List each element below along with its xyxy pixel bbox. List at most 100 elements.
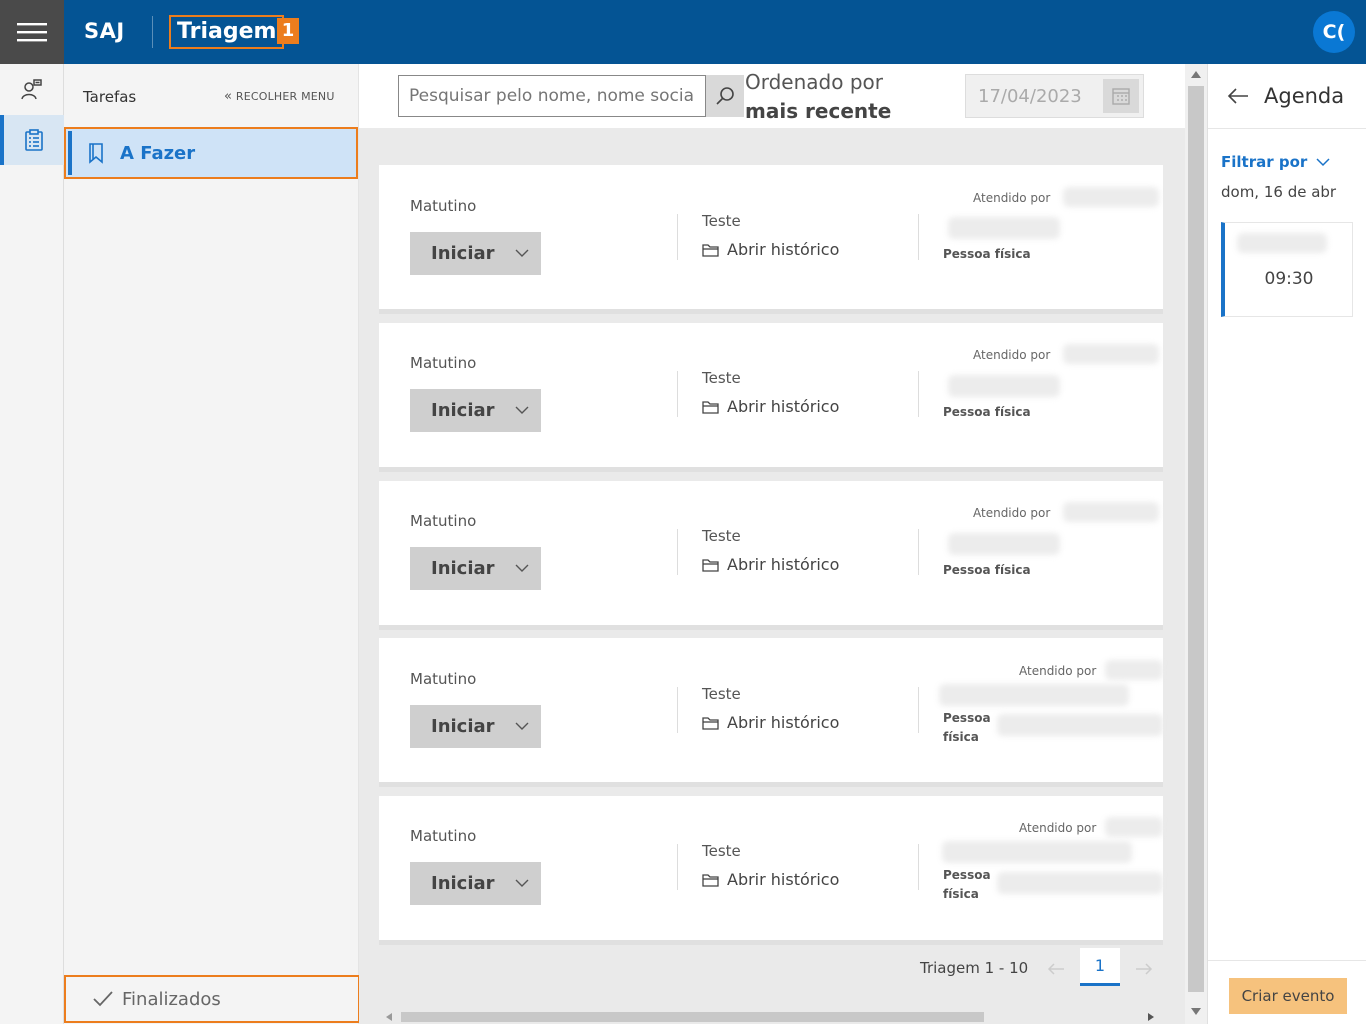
annotation-marker-1: 1 xyxy=(277,18,299,44)
triage-card: Matutino Iniciar Teste Abrir histórico A… xyxy=(379,638,1163,787)
tasks-panel: Tarefas « RECOLHER MENU A Fazer 2 Finali… xyxy=(64,64,383,1024)
pagination-prev-button[interactable] xyxy=(1037,952,1075,986)
scroll-down-icon xyxy=(1191,1008,1201,1015)
card-divider xyxy=(677,214,678,260)
vertical-scroll-thumb[interactable] xyxy=(1188,86,1204,992)
redacted-event-title xyxy=(1237,233,1327,253)
icon-rail xyxy=(0,64,64,1024)
folder-icon xyxy=(702,243,719,257)
tasks-item-todo[interactable]: A Fazer xyxy=(64,127,358,179)
redacted-info xyxy=(997,714,1163,736)
start-button[interactable]: Iniciar xyxy=(410,389,541,432)
start-button-label: Iniciar xyxy=(431,558,495,579)
main-toolbar: Ordenado por mais recente 17/04/2023 xyxy=(359,64,1185,128)
start-button-label: Iniciar xyxy=(431,400,495,421)
open-history-label: Abrir histórico xyxy=(727,397,840,416)
card-divider xyxy=(918,844,919,890)
calendar-button[interactable] xyxy=(1103,79,1139,113)
agenda-date: dom, 16 de abr xyxy=(1221,183,1337,201)
active-indicator xyxy=(68,131,72,175)
open-history-link[interactable]: Abrir histórico xyxy=(702,870,839,889)
brand-logo[interactable]: SAJ xyxy=(84,19,125,43)
redacted-name xyxy=(1063,187,1159,207)
folder-icon xyxy=(702,873,719,887)
person-type: Pessoa física xyxy=(943,563,1031,577)
filter-label: Filtrar por xyxy=(1221,153,1308,171)
module-title: Triagem xyxy=(169,15,285,49)
agenda-event-card[interactable]: 09:30 xyxy=(1221,222,1353,317)
back-arrow-icon[interactable] xyxy=(1227,87,1249,105)
horizontal-scroll-thumb[interactable] xyxy=(401,1012,984,1022)
person-type: Pessoa física xyxy=(943,247,1031,261)
start-button[interactable]: Iniciar xyxy=(410,232,541,275)
create-event-button[interactable]: Criar evento xyxy=(1229,978,1347,1014)
pagination-page-button[interactable]: 1 xyxy=(1080,948,1120,986)
horizontal-scrollbar[interactable] xyxy=(380,1010,1164,1024)
person-type-line-2: física xyxy=(943,730,979,744)
search-button[interactable] xyxy=(706,75,744,117)
redacted-name xyxy=(1105,817,1163,837)
start-button[interactable]: Iniciar xyxy=(410,547,541,590)
hamburger-menu-button[interactable] xyxy=(0,0,64,64)
calendar-icon xyxy=(1112,88,1130,105)
clipboard-list-icon xyxy=(25,129,43,151)
redacted-info xyxy=(948,533,1060,555)
top-bar: SAJ Triagem 1 C( xyxy=(0,0,1366,64)
attended-by-label: Atendido por xyxy=(973,506,1051,520)
pagination-next-button[interactable] xyxy=(1125,952,1163,986)
start-button[interactable]: Iniciar xyxy=(410,862,541,905)
start-button-label: Iniciar xyxy=(431,873,495,894)
user-avatar[interactable]: C( xyxy=(1313,11,1355,53)
redacted-name xyxy=(1105,660,1163,680)
test-label: Teste xyxy=(702,527,741,545)
start-button-label: Iniciar xyxy=(431,716,495,737)
open-history-link[interactable]: Abrir histórico xyxy=(702,713,839,732)
hamburger-icon xyxy=(17,23,47,42)
filter-dropdown[interactable]: Filtrar por xyxy=(1221,153,1331,171)
collapse-menu-button[interactable]: « RECOLHER MENU xyxy=(224,89,335,104)
open-history-label: Abrir histórico xyxy=(727,240,840,259)
redacted-info xyxy=(997,872,1163,894)
vertical-scrollbar[interactable] xyxy=(1185,64,1207,1024)
start-button[interactable]: Iniciar xyxy=(410,705,541,748)
redacted-info xyxy=(939,684,1129,706)
triage-card: Matutino Iniciar Teste Abrir histórico A… xyxy=(379,165,1163,314)
open-history-link[interactable]: Abrir histórico xyxy=(702,240,839,259)
search-input[interactable] xyxy=(398,75,706,117)
rail-tasks-button[interactable] xyxy=(0,115,64,165)
test-label: Teste xyxy=(702,212,741,230)
date-field[interactable]: 17/04/2023 xyxy=(965,74,1144,118)
folder-icon xyxy=(702,558,719,572)
person-type-line-2: física xyxy=(943,887,979,901)
test-label: Teste xyxy=(702,685,741,703)
people-icon xyxy=(21,79,42,100)
bookmark-icon xyxy=(89,143,103,164)
agenda-footer: Criar evento xyxy=(1208,960,1366,1024)
tasks-item-done[interactable]: Finalizados xyxy=(64,975,360,1023)
shift-label: Matutino xyxy=(410,827,477,845)
folder-icon xyxy=(702,716,719,730)
open-history-label: Abrir histórico xyxy=(727,713,840,732)
scroll-right-icon xyxy=(1148,1013,1154,1021)
card-divider xyxy=(677,844,678,890)
open-history-link[interactable]: Abrir histórico xyxy=(702,555,839,574)
test-label: Teste xyxy=(702,842,741,860)
redacted-name xyxy=(1063,502,1159,522)
main-content: Ordenado por mais recente 17/04/2023 Mat… xyxy=(359,64,1185,1024)
sort-value[interactable]: mais recente xyxy=(745,99,891,123)
chevron-down-icon xyxy=(515,406,529,414)
open-history-link[interactable]: Abrir histórico xyxy=(702,397,839,416)
redacted-info xyxy=(942,841,1132,863)
agenda-panel: Agenda Filtrar por dom, 16 de abr 09:30 … xyxy=(1207,64,1366,1024)
double-chevron-left-icon: « xyxy=(224,89,233,104)
card-divider xyxy=(677,371,678,417)
rail-people-button[interactable] xyxy=(0,64,64,114)
attended-by-label: Atendido por xyxy=(973,191,1051,205)
card-divider xyxy=(677,529,678,575)
chevron-down-icon xyxy=(515,564,529,572)
tasks-item-todo-label: A Fazer xyxy=(120,142,196,164)
arrow-right-icon xyxy=(1136,963,1153,975)
attended-by-label: Atendido por xyxy=(1019,664,1097,678)
shift-label: Matutino xyxy=(410,512,477,530)
chevron-down-icon xyxy=(515,722,529,730)
